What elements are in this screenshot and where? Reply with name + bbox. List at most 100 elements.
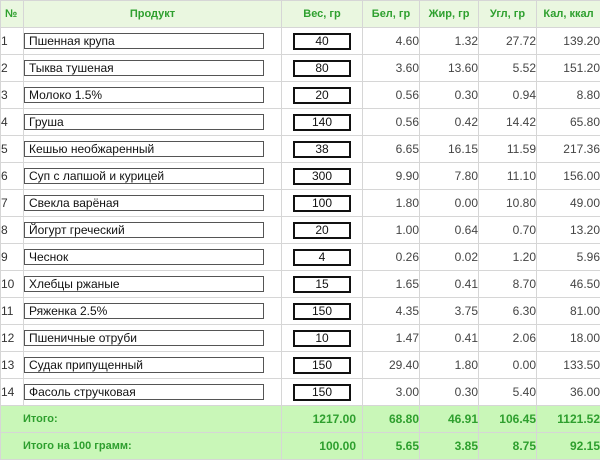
- row-protein: 29.40: [363, 352, 420, 379]
- row-number: 9: [1, 244, 24, 271]
- product-input[interactable]: Хлебцы ржаные: [24, 276, 264, 292]
- row-carbs: 10.80: [479, 190, 537, 217]
- row-fat: 13.60: [420, 55, 479, 82]
- row-product-cell: Хлебцы ржаные: [24, 271, 282, 298]
- row-number: 5: [1, 136, 24, 163]
- row-product-cell: Груша: [24, 109, 282, 136]
- row-fat: 0.02: [420, 244, 479, 271]
- row-number: 10: [1, 271, 24, 298]
- table-body: 1Пшенная крупа404.601.3227.72139.202Тыкв…: [1, 28, 600, 406]
- row-kcal: 65.80: [537, 109, 600, 136]
- product-input[interactable]: Пшенная крупа: [24, 33, 264, 49]
- table-row: 7Свекла варёная1001.800.0010.8049.00: [1, 190, 600, 217]
- weight-input[interactable]: 40: [293, 33, 351, 50]
- row-kcal: 156.00: [537, 163, 600, 190]
- row-product-cell: Молоко 1.5%: [24, 82, 282, 109]
- row-weight-cell: 150: [282, 298, 363, 325]
- row-protein: 1.00: [363, 217, 420, 244]
- header-carbs: Угл, гр: [479, 1, 537, 28]
- weight-input[interactable]: 15: [293, 276, 351, 293]
- row-fat: 0.30: [420, 82, 479, 109]
- product-input[interactable]: Йогурт греческий: [24, 222, 264, 238]
- row-protein: 6.65: [363, 136, 420, 163]
- row-protein: 1.65: [363, 271, 420, 298]
- weight-input[interactable]: 80: [293, 60, 351, 77]
- nutrition-table: № Продукт Вес, гр Бел, гр Жир, гр Угл, г…: [0, 0, 600, 460]
- product-input[interactable]: Кешью необжаренный: [24, 141, 264, 157]
- weight-input[interactable]: 150: [293, 384, 351, 401]
- row-carbs: 5.52: [479, 55, 537, 82]
- product-input[interactable]: Молоко 1.5%: [24, 87, 264, 103]
- row-protein: 3.00: [363, 379, 420, 406]
- weight-input[interactable]: 100: [293, 195, 351, 212]
- row-product-cell: Тыква тушеная: [24, 55, 282, 82]
- row-kcal: 13.20: [537, 217, 600, 244]
- totals-protein: 68.80: [363, 406, 420, 433]
- row-product-cell: Судак припущенный: [24, 352, 282, 379]
- row-fat: 7.80: [420, 163, 479, 190]
- product-input[interactable]: Тыква тушеная: [24, 60, 264, 76]
- table-header: № Продукт Вес, гр Бел, гр Жир, гр Угл, г…: [1, 1, 600, 28]
- row-kcal: 8.80: [537, 82, 600, 109]
- per100-row: Итого на 100 грамм: 100.00 5.65 3.85 8.7…: [1, 433, 600, 460]
- weight-input[interactable]: 150: [293, 357, 351, 374]
- weight-input[interactable]: 38: [293, 141, 351, 158]
- weight-input[interactable]: 150: [293, 303, 351, 320]
- header-num: №: [1, 1, 24, 28]
- row-carbs: 11.59: [479, 136, 537, 163]
- product-input[interactable]: Пшеничные отруби: [24, 330, 264, 346]
- row-carbs: 14.42: [479, 109, 537, 136]
- row-fat: 0.41: [420, 271, 479, 298]
- weight-input[interactable]: 300: [293, 168, 351, 185]
- weight-input[interactable]: 20: [293, 222, 351, 239]
- row-weight-cell: 80: [282, 55, 363, 82]
- product-input[interactable]: Фасоль стручковая: [24, 384, 264, 400]
- header-kcal: Кал, ккал: [537, 1, 600, 28]
- row-product-cell: Фасоль стручковая: [24, 379, 282, 406]
- row-kcal: 81.00: [537, 298, 600, 325]
- table-row: 13Судак припущенный15029.401.800.00133.5…: [1, 352, 600, 379]
- row-weight-cell: 20: [282, 217, 363, 244]
- row-fat: 0.42: [420, 109, 479, 136]
- row-fat: 0.64: [420, 217, 479, 244]
- row-weight-cell: 300: [282, 163, 363, 190]
- row-product-cell: Ряженка 2.5%: [24, 298, 282, 325]
- row-carbs: 6.30: [479, 298, 537, 325]
- totals-label: Итого:: [1, 406, 282, 433]
- header-weight: Вес, гр: [282, 1, 363, 28]
- row-product-cell: Пшеничные отруби: [24, 325, 282, 352]
- product-input[interactable]: Груша: [24, 114, 264, 130]
- row-protein: 9.90: [363, 163, 420, 190]
- weight-input[interactable]: 4: [293, 249, 351, 266]
- product-input[interactable]: Судак припущенный: [24, 357, 264, 373]
- row-number: 12: [1, 325, 24, 352]
- row-protein: 3.60: [363, 55, 420, 82]
- row-product-cell: Пшенная крупа: [24, 28, 282, 55]
- row-fat: 3.75: [420, 298, 479, 325]
- row-kcal: 151.20: [537, 55, 600, 82]
- row-fat: 0.30: [420, 379, 479, 406]
- row-kcal: 36.00: [537, 379, 600, 406]
- row-weight-cell: 140: [282, 109, 363, 136]
- product-input[interactable]: Ряженка 2.5%: [24, 303, 264, 319]
- row-carbs: 5.40: [479, 379, 537, 406]
- weight-input[interactable]: 10: [293, 330, 351, 347]
- table-row: 10Хлебцы ржаные151.650.418.7046.50: [1, 271, 600, 298]
- header-product: Продукт: [24, 1, 282, 28]
- row-product-cell: Чеснок: [24, 244, 282, 271]
- weight-input[interactable]: 20: [293, 87, 351, 104]
- table-row: 3Молоко 1.5%200.560.300.948.80: [1, 82, 600, 109]
- per100-label: Итого на 100 грамм:: [1, 433, 282, 460]
- per100-protein: 5.65: [363, 433, 420, 460]
- row-number: 3: [1, 82, 24, 109]
- per100-weight: 100.00: [282, 433, 363, 460]
- weight-input[interactable]: 140: [293, 114, 351, 131]
- product-input[interactable]: Чеснок: [24, 249, 264, 265]
- totals-kcal: 1121.52: [537, 406, 600, 433]
- row-fat: 1.80: [420, 352, 479, 379]
- product-input[interactable]: Суп с лапшой и курицей: [24, 168, 264, 184]
- row-carbs: 1.20: [479, 244, 537, 271]
- row-number: 4: [1, 109, 24, 136]
- product-input[interactable]: Свекла варёная: [24, 195, 264, 211]
- table-row: 9Чеснок40.260.021.205.96: [1, 244, 600, 271]
